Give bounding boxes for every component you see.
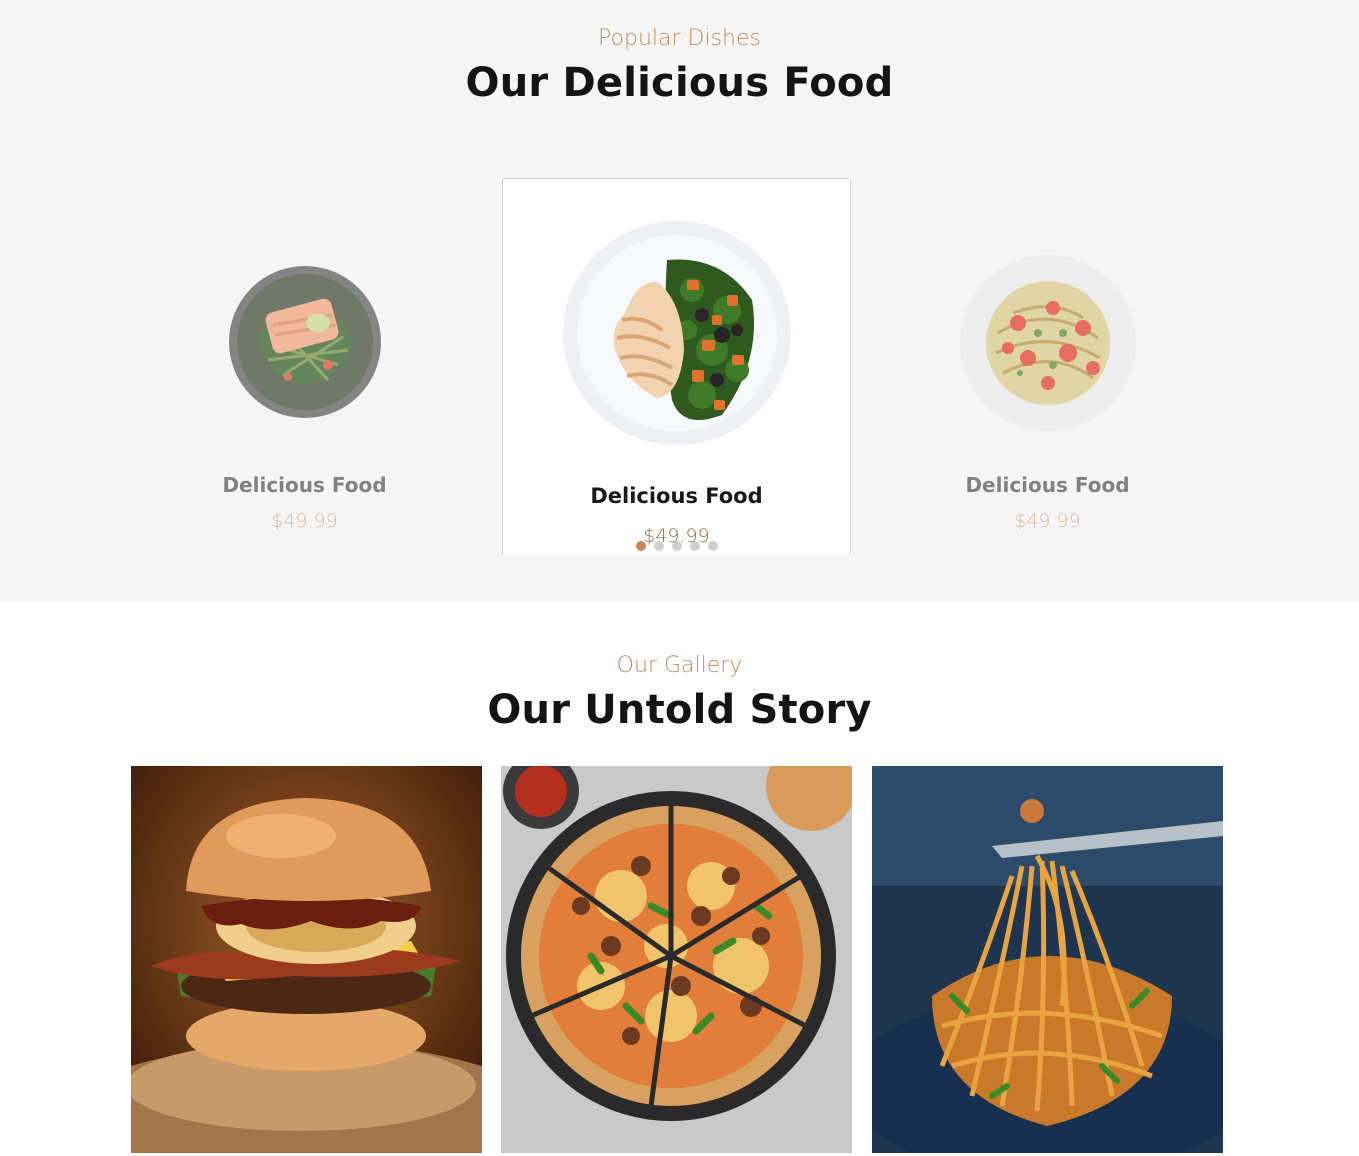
gallery-image-pizza[interactable] — [501, 766, 852, 1153]
gallery-title: Our Untold Story — [487, 687, 872, 733]
dish-name: Delicious Food — [965, 473, 1130, 497]
dish-card-3[interactable]: Delicious Food $49.99 — [873, 178, 1222, 554]
gallery-image-burger[interactable] — [131, 766, 482, 1153]
carousel-dots — [636, 541, 718, 551]
carousel-dot-1[interactable] — [636, 541, 646, 551]
carousel-dot-2[interactable] — [654, 541, 664, 551]
dish-price: $49.99 — [271, 510, 338, 532]
gallery-image-noodles[interactable] — [872, 766, 1223, 1153]
dish-card-2[interactable]: Delicious Food $49.99 — [502, 178, 851, 554]
dish-image-salmon — [228, 265, 382, 419]
dish-card-1[interactable]: Delicious Food $49.99 — [130, 178, 479, 554]
popular-dishes-section: Popular Dishes Our Delicious Food Delici… — [0, 0, 1359, 602]
carousel-dot-5[interactable] — [708, 541, 718, 551]
popular-title: Our Delicious Food — [465, 60, 894, 106]
carousel-dot-4[interactable] — [690, 541, 700, 551]
popular-eyebrow: Popular Dishes — [598, 26, 761, 51]
dish-price: $49.99 — [1014, 510, 1081, 532]
gallery-eyebrow: Our Gallery — [616, 653, 743, 678]
dish-image-chicken-salad — [562, 220, 792, 446]
dish-name: Delicious Food — [222, 473, 387, 497]
dish-image-noodle-salad — [958, 253, 1138, 433]
carousel-dot-3[interactable] — [672, 541, 682, 551]
dish-name: Delicious Food — [590, 484, 763, 508]
